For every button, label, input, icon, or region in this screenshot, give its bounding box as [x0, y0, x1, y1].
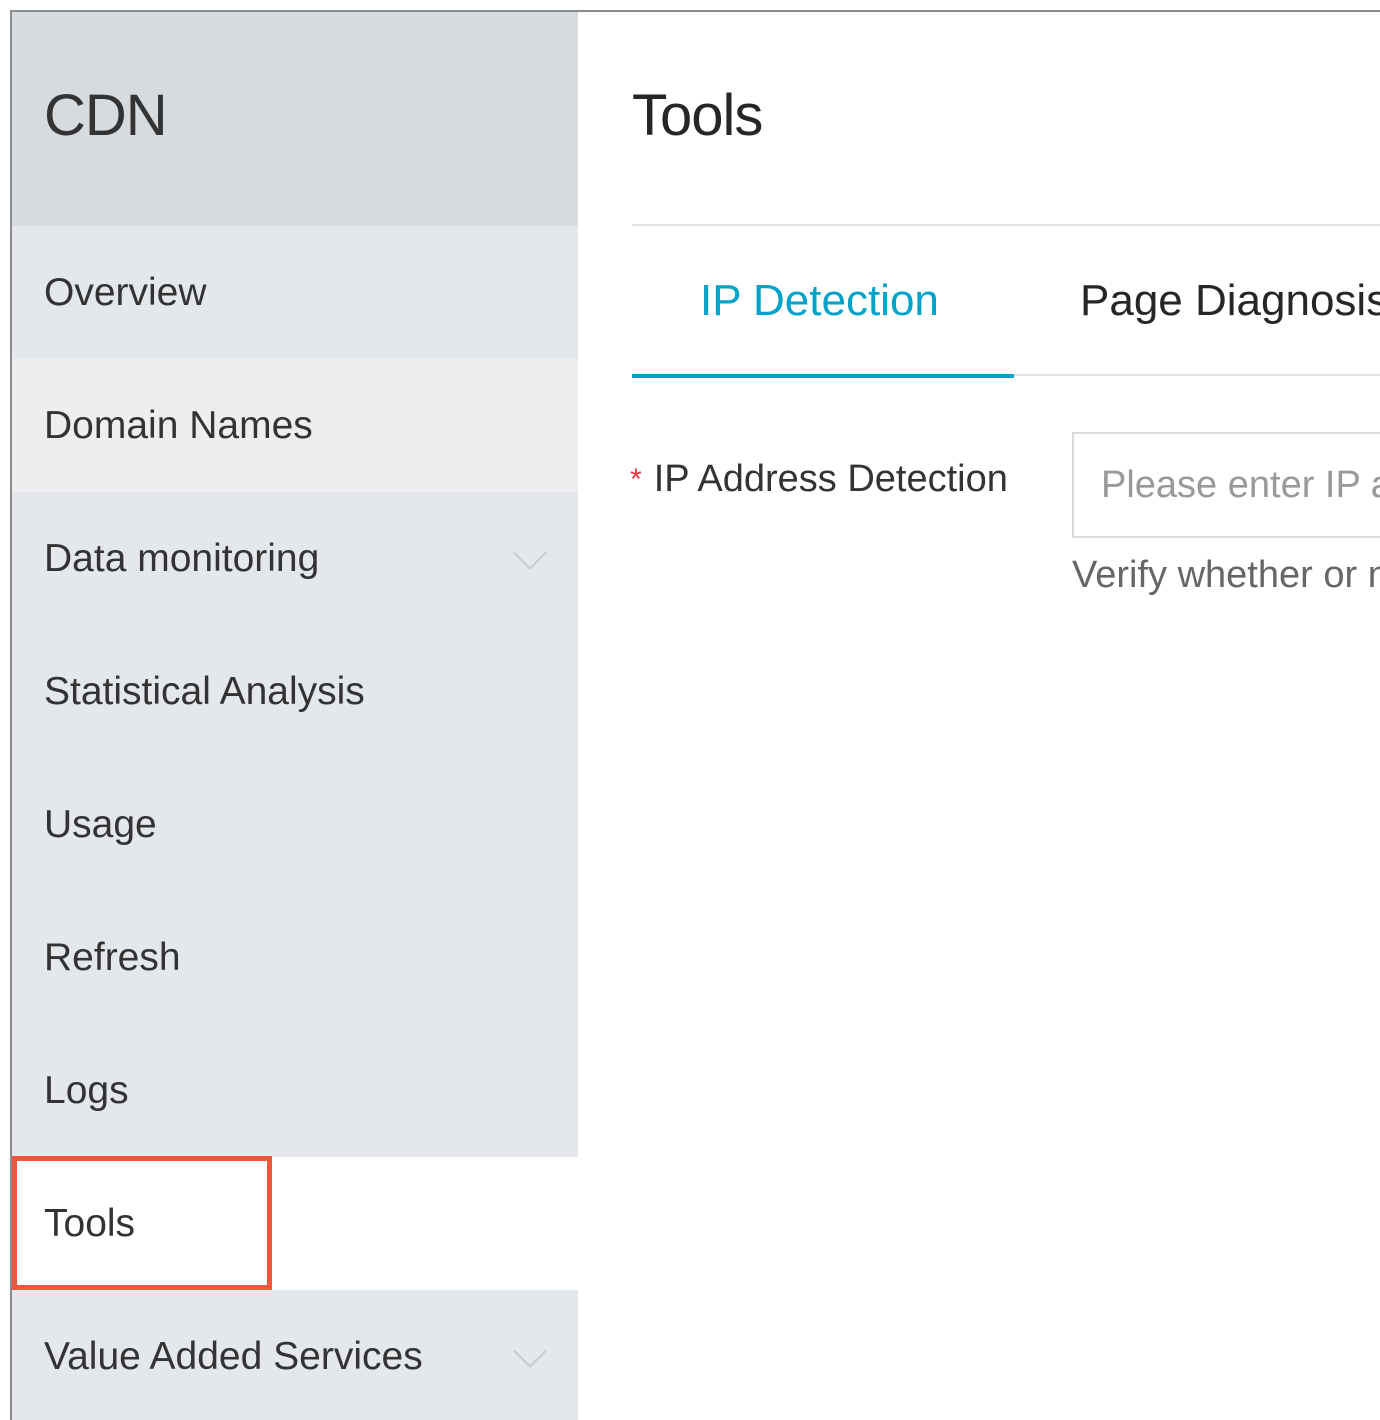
active-tab-indicator: [632, 374, 1014, 378]
sidebar-item-statistical-analysis[interactable]: Statistical Analysis: [12, 625, 578, 758]
sidebar-item-label: Domain Names: [44, 403, 313, 447]
chevron-down-icon: [513, 1333, 547, 1368]
sidebar-header: CDN: [12, 12, 578, 226]
sidebar-item-usage[interactable]: Usage: [12, 758, 578, 891]
sidebar-item-data-monitoring[interactable]: Data monitoring: [12, 492, 578, 625]
tab-bar: IP Detection Page Diagnosis: [632, 226, 1380, 378]
sidebar-item-tools[interactable]: Tools: [12, 1157, 578, 1290]
sidebar-item-value-added-services[interactable]: Value Added Services: [12, 1290, 578, 1420]
sidebar-item-label: Refresh: [44, 935, 181, 979]
sidebar-item-label: Logs: [44, 1068, 129, 1112]
sidebar-item-label: Value Added Services: [44, 1334, 423, 1378]
tab-label: IP Detection: [700, 276, 939, 325]
form-label-text: IP Address Detection: [653, 458, 1008, 500]
sidebar-item-label: Data monitoring: [44, 536, 320, 580]
product-title: CDN: [44, 83, 168, 148]
chevron-down-icon: [513, 535, 547, 570]
tab-label: Page Diagnosis: [1080, 276, 1380, 325]
sidebar: CDN Overview Domain Names Data monitorin…: [12, 12, 578, 1420]
sidebar-item-overview[interactable]: Overview: [12, 226, 578, 359]
help-text: Verify whether or not the IP address bel…: [1072, 554, 1380, 596]
page-title: Tools: [632, 83, 763, 148]
tab-page-diagnosis[interactable]: Page Diagnosis: [1080, 226, 1380, 376]
tab-ip-detection[interactable]: IP Detection: [632, 226, 1014, 378]
sidebar-item-label: Statistical Analysis: [44, 669, 365, 713]
ip-address-input[interactable]: [1072, 432, 1380, 538]
ip-address-detection-label: * IP Address Detection: [630, 458, 1008, 501]
console-window: CDN Overview Domain Names Data monitorin…: [10, 10, 1380, 1420]
sidebar-item-label: Overview: [44, 270, 207, 314]
sidebar-item-logs[interactable]: Logs: [12, 1024, 578, 1157]
sidebar-item-domain-names[interactable]: Domain Names: [12, 359, 578, 492]
required-mark: *: [630, 463, 642, 496]
main-content: Tools IP Detection Page Diagnosis * IP Ad…: [578, 12, 1380, 1420]
sidebar-item-label: Usage: [44, 802, 157, 846]
sidebar-item-label: Tools: [44, 1201, 136, 1245]
sidebar-item-refresh[interactable]: Refresh: [12, 891, 578, 1024]
